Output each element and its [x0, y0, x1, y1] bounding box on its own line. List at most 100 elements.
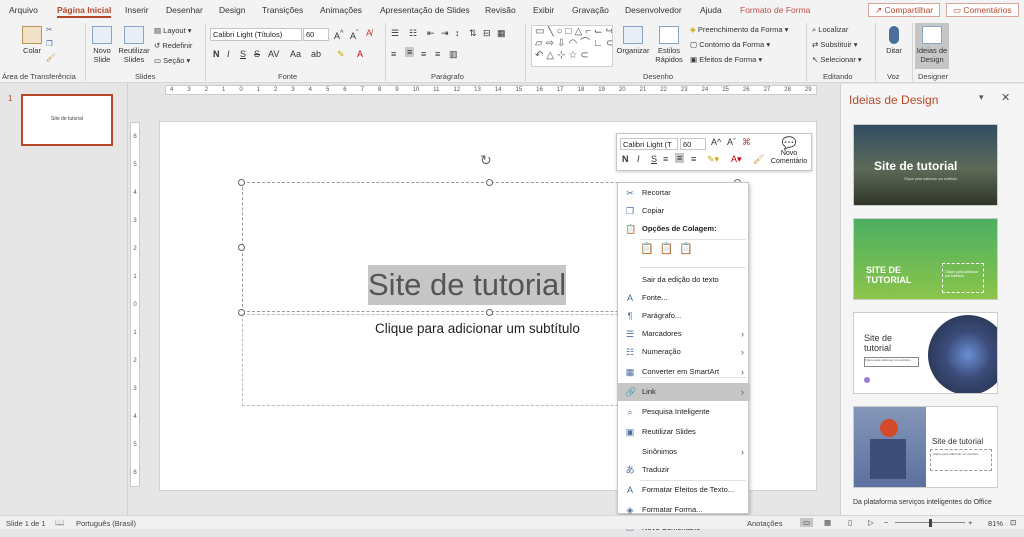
- cut-icon[interactable]: ✂: [46, 25, 52, 34]
- design-idea-card[interactable]: SITE DE TUTORIAL Clique para adicionar u…: [853, 218, 998, 300]
- resize-handle[interactable]: [486, 179, 493, 186]
- shapes-gallery[interactable]: ▭╲○□△⌐⌙↪▱⇨⇩◠⌒∟⊂⌄↶△⊹☆⊂: [531, 25, 613, 67]
- reuse-slides-button[interactable]: Reutilizar Slides: [116, 26, 152, 64]
- share-button[interactable]: ↗ Compartilhar: [868, 3, 941, 17]
- mini-grow-font-icon[interactable]: A^: [711, 137, 721, 147]
- format-painter-icon[interactable]: 🖌: [46, 53, 56, 62]
- rotate-handle-icon[interactable]: ↻: [480, 152, 492, 169]
- mini-italic-button[interactable]: I: [637, 154, 640, 164]
- mini-font-color-icon[interactable]: A▾: [731, 154, 742, 165]
- paste-keep-format-icon[interactable]: 📋: [640, 243, 660, 255]
- paste-text-only-icon[interactable]: 📋: [679, 243, 699, 255]
- underline-button[interactable]: S: [240, 49, 246, 59]
- zoom-in-icon[interactable]: +: [968, 518, 972, 527]
- tab-arquivo[interactable]: Arquivo: [9, 5, 38, 15]
- grow-font-icon[interactable]: A^: [334, 28, 344, 41]
- text-direction-icon[interactable]: ⇅: [469, 28, 477, 39]
- context-menu-item[interactable]: あ Traduzir: [618, 461, 750, 479]
- dictate-button[interactable]: Ditar: [880, 26, 908, 55]
- mini-align-center-icon[interactable]: ≡: [675, 153, 685, 163]
- design-idea-card[interactable]: Site de tutorial Clique para adicionar u…: [853, 312, 998, 394]
- context-menu-item[interactable]: ☰ Marcadores ›: [618, 325, 750, 343]
- close-icon[interactable]: ✕: [1001, 91, 1010, 104]
- tab-inserir[interactable]: Inserir: [125, 5, 149, 15]
- mini-paint-icon[interactable]: 🖌: [753, 154, 764, 165]
- mini-shrink-font-icon[interactable]: Aˇ: [727, 137, 736, 147]
- context-menu-item[interactable]: ❐ Copiar: [618, 202, 750, 220]
- tab-exibir[interactable]: Exibir: [533, 5, 554, 15]
- bold-button[interactable]: N: [213, 49, 220, 59]
- mini-new-comment-button[interactable]: 💬 Novo Comentário: [767, 136, 811, 166]
- find-button[interactable]: ⌕ Localizar: [812, 25, 848, 35]
- context-menu-item[interactable]: A Fonte...: [618, 289, 750, 307]
- context-menu-item[interactable]: ☷ Numeração ›: [618, 343, 750, 361]
- mini-format-painter-icon[interactable]: ⌘: [742, 137, 751, 148]
- replace-button[interactable]: ⇄ Substituir ▾: [812, 40, 858, 49]
- reading-view-icon[interactable]: ▯: [848, 518, 852, 527]
- tab-desenhar[interactable]: Desenhar: [166, 5, 203, 15]
- align-left-icon[interactable]: ≡: [391, 49, 396, 59]
- context-menu-item[interactable]: Sinônimos ›: [618, 443, 750, 461]
- decrease-indent-icon[interactable]: ⇤: [427, 28, 435, 39]
- context-menu-item[interactable]: ✂ Recortar: [618, 184, 750, 202]
- new-slide-button[interactable]: Novo Slide: [88, 26, 116, 64]
- align-right-icon[interactable]: ≡: [421, 49, 426, 59]
- highlight-icon[interactable]: ✎: [337, 49, 345, 60]
- shape-fill-button[interactable]: ◈ Preenchimento da Forma ▾: [690, 25, 788, 34]
- smartart-icon[interactable]: ▦: [497, 28, 506, 39]
- tab-revisao[interactable]: Revisão: [485, 5, 516, 15]
- normal-view-icon[interactable]: ▭: [800, 518, 814, 527]
- change-case-icon[interactable]: Aa: [290, 49, 301, 59]
- align-center-icon[interactable]: ≡: [405, 47, 415, 57]
- design-ideas-button[interactable]: Ideias de Design: [915, 23, 949, 69]
- tab-animacoes[interactable]: Animações: [320, 5, 362, 15]
- shape-effects-button[interactable]: ▣ Efeitos de Forma ▾: [690, 55, 762, 64]
- tab-gravacao[interactable]: Gravação: [572, 5, 609, 15]
- mini-bold-button[interactable]: N: [622, 154, 629, 164]
- slide-title[interactable]: Site de tutorial: [368, 265, 567, 305]
- font-color-icon[interactable]: A: [357, 49, 363, 59]
- italic-button[interactable]: I: [227, 49, 230, 59]
- quick-styles-button[interactable]: Estilos Rápidos: [652, 26, 686, 64]
- strikethrough-button[interactable]: S: [254, 49, 260, 59]
- comments-button[interactable]: ▭ Comentários: [946, 3, 1019, 17]
- tab-design[interactable]: Design: [219, 5, 245, 15]
- slideshow-icon[interactable]: ▷: [868, 518, 874, 527]
- resize-handle[interactable]: [238, 244, 245, 251]
- tab-formato-de-forma[interactable]: Formato de Forma: [740, 5, 810, 15]
- notes-button[interactable]: Anotações: [747, 519, 782, 528]
- design-idea-card[interactable]: Site de tutorial Clique para adicionar u…: [853, 406, 998, 488]
- zoom-out-icon[interactable]: −: [884, 518, 888, 527]
- clear-format-icon[interactable]: A̸: [366, 28, 372, 38]
- char-spacing-icon[interactable]: AV: [268, 49, 279, 59]
- context-menu-item[interactable]: A Formatar Efeitos de Texto...: [618, 481, 750, 499]
- bullets-icon[interactable]: ☰: [391, 28, 399, 39]
- text-shadow-icon[interactable]: ab: [311, 49, 321, 59]
- section-button[interactable]: ▭ Seção ▾: [154, 56, 190, 65]
- spellcheck-icon[interactable]: 📖: [55, 518, 64, 527]
- sorter-view-icon[interactable]: ▦: [824, 518, 831, 527]
- select-button[interactable]: ↖ Selecionar ▾: [812, 55, 862, 64]
- mini-align-right-icon[interactable]: ≡: [691, 154, 696, 164]
- paste-destination-icon[interactable]: 📋: [660, 243, 680, 255]
- resize-handle[interactable]: [486, 309, 493, 316]
- tab-ajuda[interactable]: Ajuda: [700, 5, 722, 15]
- slide-subtitle[interactable]: Clique para adicionar um subtítulo: [375, 321, 580, 336]
- mini-highlight-icon[interactable]: ✎▾: [707, 154, 719, 165]
- numbering-icon[interactable]: ☷: [409, 28, 417, 39]
- resize-handle[interactable]: [238, 179, 245, 186]
- line-spacing-icon[interactable]: ↕: [455, 28, 460, 38]
- reset-button[interactable]: ↺ Redefinir: [154, 41, 192, 50]
- shape-outline-button[interactable]: ▢ Contorno da Forma ▾: [690, 40, 770, 49]
- mini-size-select[interactable]: 60: [680, 138, 706, 150]
- context-menu-item[interactable]: 🔗 Link ›: [618, 383, 750, 401]
- font-size-select[interactable]: 60: [303, 28, 329, 41]
- columns-icon[interactable]: ▥: [449, 49, 458, 60]
- tab-pagina-inicial[interactable]: Página Inicial: [57, 5, 112, 18]
- justify-icon[interactable]: ≡: [435, 49, 440, 59]
- slide-thumbnail[interactable]: Site de tutorial: [21, 94, 113, 146]
- language-indicator[interactable]: Português (Brasil): [76, 519, 136, 528]
- paste-button[interactable]: Colar: [18, 26, 46, 55]
- context-menu-item[interactable]: ▦ Converter em SmartArt ›: [618, 363, 750, 381]
- copy-icon[interactable]: ❐: [46, 39, 53, 48]
